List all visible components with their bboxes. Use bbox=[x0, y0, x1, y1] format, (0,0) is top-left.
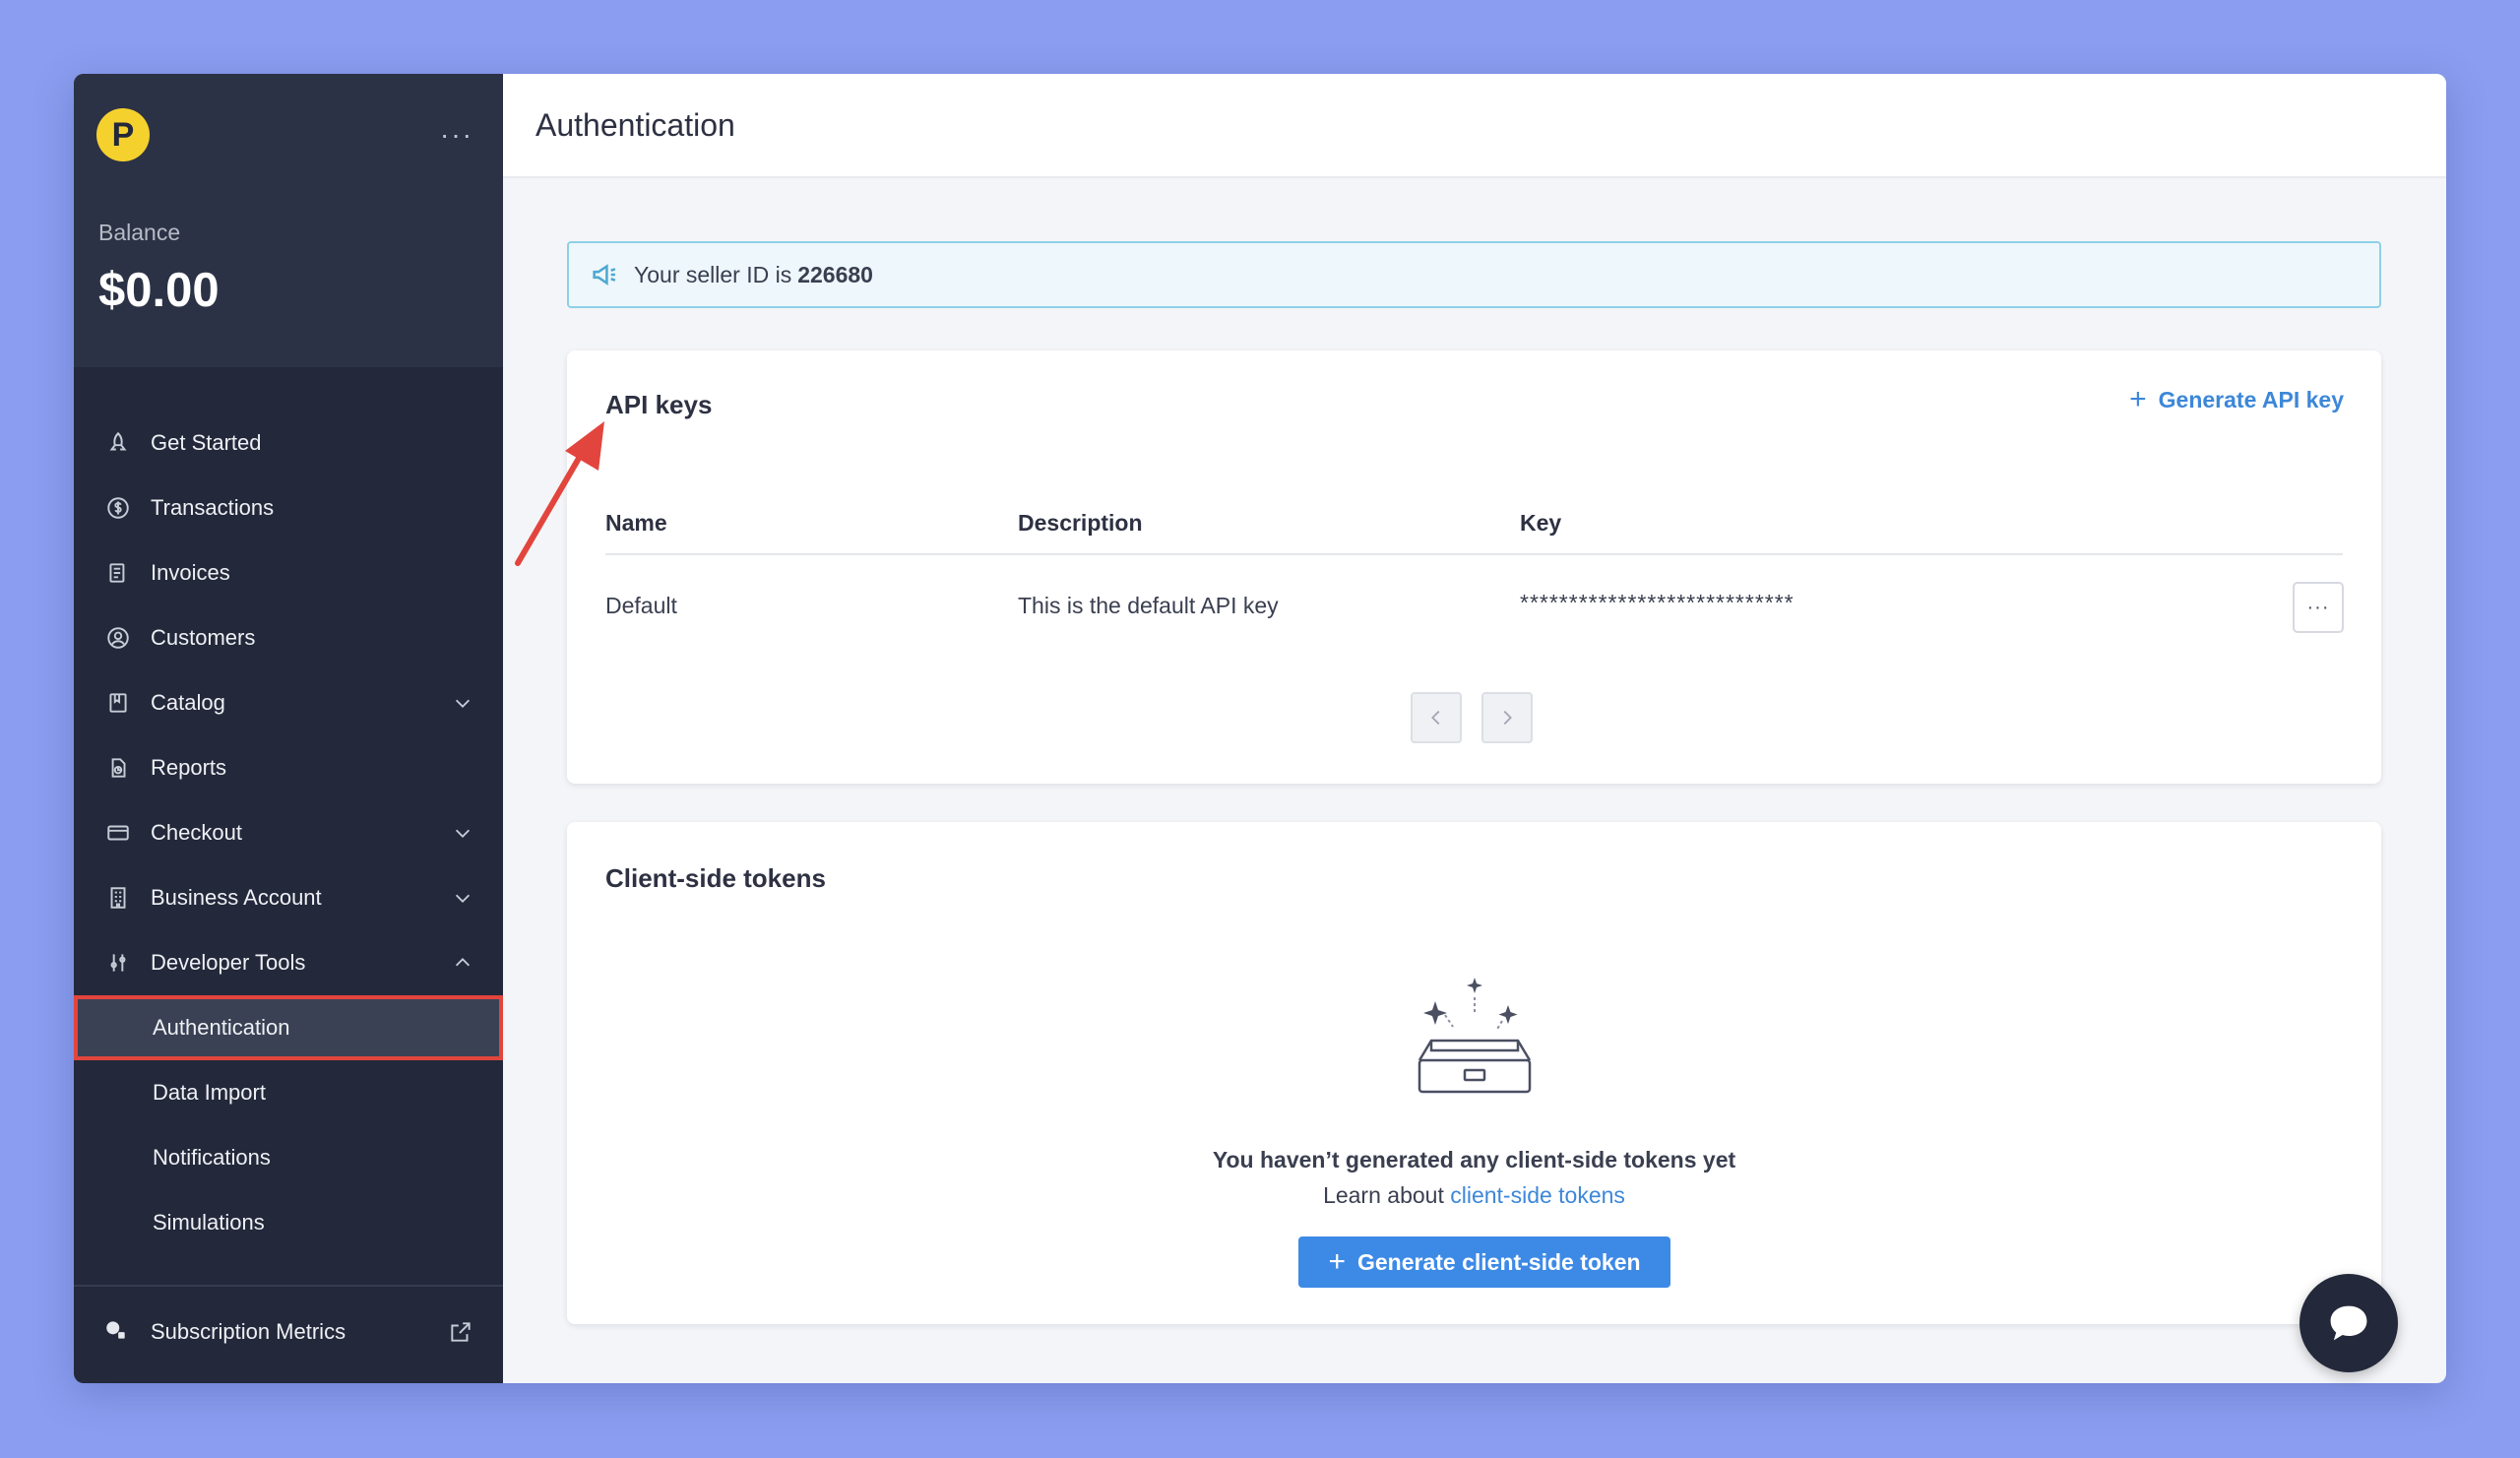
sidebar-subitem-label: Data Import bbox=[153, 1080, 266, 1105]
logo[interactable]: P bbox=[96, 108, 150, 161]
main-content: Authentication Your seller ID is 226680 … bbox=[503, 74, 2446, 1383]
seller-id-notice: Your seller ID is 226680 bbox=[567, 241, 2381, 308]
sidebar-item-label: Developer Tools bbox=[151, 950, 306, 975]
column-header-key: Key bbox=[1520, 510, 1562, 536]
next-page-button[interactable] bbox=[1481, 692, 1533, 743]
megaphone-icon bbox=[589, 258, 622, 291]
dollar-circle-icon bbox=[103, 493, 133, 523]
sidebar-subitem-label: Authentication bbox=[153, 1015, 290, 1040]
table-divider bbox=[605, 553, 2343, 555]
balance-value: $0.00 bbox=[98, 264, 220, 317]
sidebar-item-label: Get Started bbox=[151, 430, 262, 455]
sidebar-nav: Get Started Transactions Invoices Custom… bbox=[74, 411, 503, 1255]
metrics-logo-icon bbox=[103, 1317, 133, 1347]
sidebar-subitem-notifications[interactable]: Notifications bbox=[74, 1125, 503, 1190]
column-header-description: Description bbox=[1018, 510, 1143, 536]
more-options-icon[interactable]: ··· bbox=[440, 121, 473, 149]
sidebar-item-label: Customers bbox=[151, 625, 256, 650]
sidebar-item-developer-tools[interactable]: Developer Tools bbox=[74, 930, 503, 995]
document-icon bbox=[103, 558, 133, 588]
chevron-down-icon[interactable] bbox=[452, 822, 473, 844]
chat-bubble-icon bbox=[2330, 1305, 2367, 1341]
sidebar-item-subscription-metrics[interactable]: Subscription Metrics bbox=[74, 1302, 503, 1362]
page-header: Authentication bbox=[503, 74, 2446, 178]
prev-page-button[interactable] bbox=[1411, 692, 1462, 743]
sliders-icon bbox=[103, 948, 133, 978]
external-link-icon[interactable] bbox=[448, 1319, 473, 1345]
sidebar-item-catalog[interactable]: Catalog bbox=[74, 670, 503, 735]
empty-inbox-icon bbox=[1418, 978, 1532, 1094]
notice-prefix: Your seller ID is bbox=[634, 261, 792, 287]
generate-api-key-button[interactable]: + Generate API key bbox=[2129, 385, 2344, 414]
generate-client-side-token-label: Generate client-side token bbox=[1356, 1248, 1641, 1275]
sidebar-item-label: Subscription Metrics bbox=[151, 1319, 346, 1344]
sidebar-divider bbox=[74, 1285, 503, 1287]
sidebar-item-transactions[interactable]: Transactions bbox=[74, 475, 503, 540]
sidebar: P ··· Balance $0.00 Get Started Transact… bbox=[74, 74, 503, 1383]
chevron-down-icon[interactable] bbox=[452, 887, 473, 909]
generate-client-side-token-button[interactable]: + Generate client-side token bbox=[1298, 1236, 1670, 1288]
user-circle-icon bbox=[103, 623, 133, 653]
sidebar-subitem-label: Simulations bbox=[153, 1210, 265, 1235]
sidebar-subitem-authentication[interactable]: Authentication bbox=[74, 995, 503, 1060]
generate-api-key-label: Generate API key bbox=[2158, 386, 2344, 412]
reports-icon bbox=[103, 753, 133, 783]
column-header-name: Name bbox=[605, 510, 667, 536]
sidebar-item-get-started[interactable]: Get Started bbox=[74, 411, 503, 475]
plus-icon: + bbox=[1328, 1245, 1346, 1278]
sidebar-item-label: Business Account bbox=[151, 885, 322, 910]
chevron-down-icon[interactable] bbox=[452, 692, 473, 714]
balance-label: Balance bbox=[98, 220, 181, 245]
empty-state-subtitle: Learn about client-side tokens bbox=[567, 1182, 2381, 1209]
sidebar-subitem-data-import[interactable]: Data Import bbox=[74, 1060, 503, 1125]
page-title: Authentication bbox=[536, 106, 735, 143]
annotation-arrow bbox=[515, 421, 604, 566]
sidebar-item-customers[interactable]: Customers bbox=[74, 605, 503, 670]
sidebar-item-invoices[interactable]: Invoices bbox=[74, 540, 503, 605]
sidebar-subitem-simulations[interactable]: Simulations bbox=[74, 1190, 503, 1255]
sidebar-item-label: Reports bbox=[151, 755, 227, 780]
chevron-right-icon bbox=[1503, 710, 1512, 726]
sidebar-balance-panel: P ··· Balance $0.00 bbox=[74, 74, 503, 367]
client-side-tokens-card: Client-side tokens You haven’t generated… bbox=[567, 822, 2381, 1324]
chevron-left-icon bbox=[1431, 710, 1440, 726]
catalog-icon bbox=[103, 688, 133, 718]
chat-button[interactable] bbox=[2300, 1274, 2398, 1372]
sidebar-subitem-label: Notifications bbox=[153, 1145, 271, 1170]
row-key: **************************** bbox=[1520, 590, 1795, 615]
plus-icon: + bbox=[2129, 383, 2147, 415]
sidebar-item-checkout[interactable]: Checkout bbox=[74, 800, 503, 865]
building-icon bbox=[103, 883, 133, 913]
sidebar-item-label: Invoices bbox=[151, 560, 230, 585]
api-keys-title: API keys bbox=[605, 390, 713, 419]
sidebar-item-business-account[interactable]: Business Account bbox=[74, 865, 503, 930]
seller-id-value: 226680 bbox=[797, 261, 873, 287]
row-description: This is the default API key bbox=[1018, 593, 1279, 618]
learn-prefix: Learn about bbox=[1323, 1182, 1444, 1208]
sidebar-item-label: Checkout bbox=[151, 820, 242, 845]
row-actions-button[interactable]: ··· bbox=[2293, 582, 2344, 633]
empty-state-title: You haven’t generated any client-side to… bbox=[1212, 1147, 1736, 1173]
sidebar-item-label: Catalog bbox=[151, 690, 225, 715]
row-name: Default bbox=[605, 593, 677, 618]
rocket-icon bbox=[103, 428, 133, 458]
app-window: P ··· Balance $0.00 Get Started Transact… bbox=[74, 74, 2446, 1383]
client-side-tokens-link[interactable]: client-side tokens bbox=[1450, 1182, 1625, 1208]
sidebar-item-label: Transactions bbox=[151, 495, 275, 520]
chevron-up-icon[interactable] bbox=[452, 952, 473, 974]
logo-letter: P bbox=[111, 115, 135, 154]
credit-card-icon bbox=[103, 818, 133, 848]
api-keys-card: API keys + Generate API key Name Descrip… bbox=[567, 350, 2381, 784]
sidebar-item-reports[interactable]: Reports bbox=[74, 735, 503, 800]
client-side-tokens-title: Client-side tokens bbox=[605, 863, 826, 893]
